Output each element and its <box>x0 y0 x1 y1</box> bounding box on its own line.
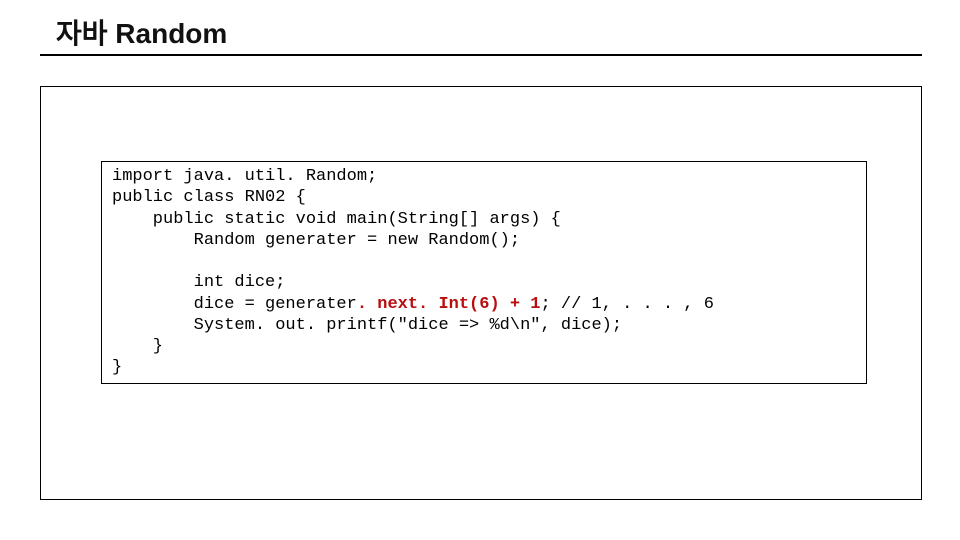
code-line: dice = generater <box>112 295 357 314</box>
code-line: Random generater = new Random(); <box>112 231 520 250</box>
code-line: ; // 1, . . . , 6 <box>540 295 713 314</box>
code-line: System. out. printf("dice => %d\n", dice… <box>112 316 622 335</box>
code-line: import java. util. Random; <box>112 167 377 186</box>
code-line: } <box>112 358 122 377</box>
code-line: } <box>112 337 163 356</box>
code-line: int dice; <box>112 273 285 292</box>
outer-box: import java. util. Random; public class … <box>40 86 922 500</box>
code-line: public static void main(String[] args) { <box>112 210 561 229</box>
title-underline <box>40 54 922 56</box>
code-line: public class RN02 { <box>112 188 306 207</box>
slide: 자바 Random import java. util. Random; pub… <box>0 0 960 540</box>
slide-title: 자바 Random <box>56 12 227 52</box>
code-block: import java. util. Random; public class … <box>101 161 867 384</box>
code-highlight: . next. Int(6) + 1 <box>357 295 541 314</box>
